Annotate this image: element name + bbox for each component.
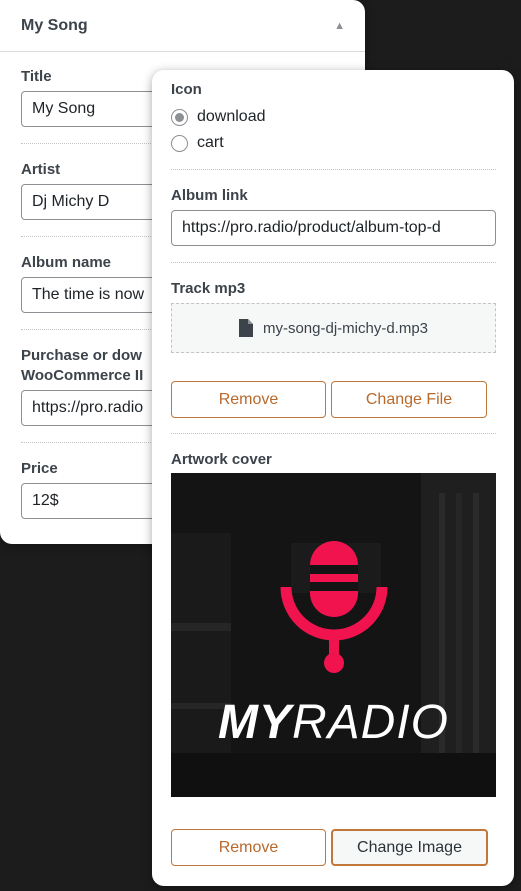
- purchase-label-line2: WooCommerce II: [21, 367, 144, 384]
- remove-image-button[interactable]: Remove: [171, 829, 326, 866]
- artist-label: Artist: [21, 161, 61, 178]
- artwork-image: MYRADIO: [171, 473, 496, 797]
- radio-label: download: [197, 108, 266, 125]
- divider: [171, 433, 496, 434]
- remove-file-button[interactable]: Remove: [171, 381, 326, 418]
- file-icon: [238, 319, 253, 337]
- track-mp3-label: Track mp3: [171, 280, 246, 297]
- album-name-label: Album name: [21, 254, 112, 271]
- radio-download[interactable]: download: [171, 108, 266, 126]
- change-file-button[interactable]: Change File: [331, 381, 487, 418]
- album-link-label: Album link: [171, 187, 248, 204]
- change-image-button[interactable]: Change Image: [331, 829, 488, 866]
- logo-text-light: RADIO: [291, 696, 449, 749]
- divider: [171, 262, 496, 263]
- radio-cart[interactable]: cart: [171, 134, 224, 152]
- icon-label: Icon: [171, 81, 202, 98]
- panel-title: My Song: [21, 16, 88, 34]
- album-link-input[interactable]: https://pro.radio/product/album-top-d: [171, 210, 496, 246]
- track-media-panel: Icon download cart Album link https://pr…: [152, 70, 514, 886]
- radio-selected-icon[interactable]: [171, 108, 188, 126]
- logo-text-bold: MY: [217, 696, 292, 749]
- microphone-icon: [280, 541, 388, 673]
- panel-header[interactable]: My Song ▲: [0, 0, 365, 52]
- radio-unselected-icon[interactable]: [171, 134, 188, 152]
- purchase-label-line1: Purchase or dow: [21, 347, 142, 364]
- price-label: Price: [21, 460, 58, 477]
- artwork-cover-label: Artwork cover: [171, 451, 272, 468]
- track-file-preview: my-song-dj-michy-d.mp3: [171, 303, 496, 353]
- title-label: Title: [21, 68, 52, 85]
- track-file-name: my-song-dj-michy-d.mp3: [262, 319, 429, 337]
- artwork-logo-text: MYRADIO: [171, 695, 496, 750]
- triangle-up-icon[interactable]: ▲: [334, 20, 345, 32]
- radio-label: cart: [197, 134, 224, 151]
- divider: [171, 169, 496, 170]
